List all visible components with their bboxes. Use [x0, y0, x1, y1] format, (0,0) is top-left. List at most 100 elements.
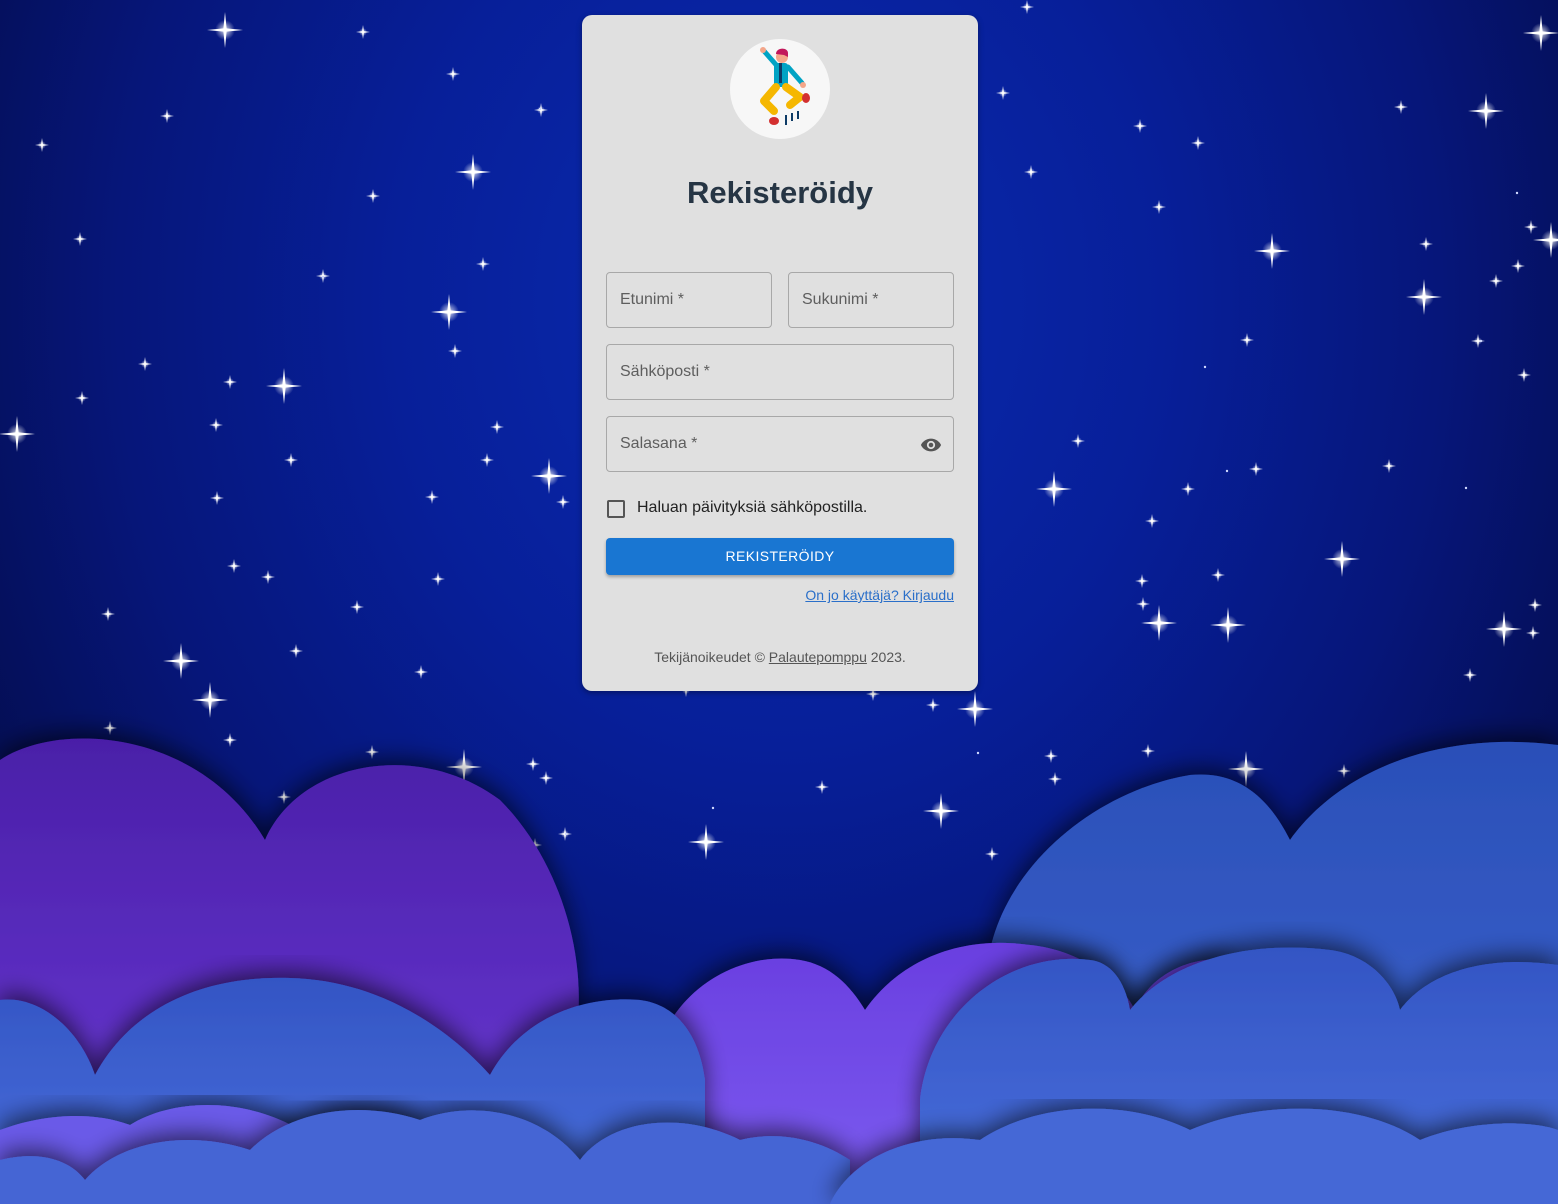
star [985, 847, 999, 861]
star [266, 368, 302, 404]
star [1526, 626, 1540, 640]
star [1211, 568, 1225, 582]
star [73, 232, 87, 246]
star-dot [1225, 469, 1229, 473]
star [1523, 15, 1558, 51]
star [1181, 482, 1195, 496]
star-dot [1515, 191, 1519, 195]
star [431, 294, 467, 330]
star [103, 721, 117, 735]
copyright-footer: Tekijänoikeudet © Palautepomppu 2023. [582, 649, 978, 665]
star [926, 698, 940, 712]
star [1249, 462, 1263, 476]
star [1036, 471, 1072, 507]
star [1528, 598, 1542, 612]
star [1044, 749, 1058, 763]
star [35, 138, 49, 152]
star [1406, 279, 1442, 315]
star [261, 570, 275, 584]
star [1489, 274, 1503, 288]
login-link[interactable]: On jo käyttäjä? Kirjaudu [805, 587, 954, 603]
star [539, 771, 553, 785]
star [1511, 259, 1525, 273]
star [210, 491, 224, 505]
star-dot [711, 806, 715, 810]
star [1240, 333, 1254, 347]
star [138, 357, 152, 371]
star [996, 86, 1010, 100]
star [223, 375, 237, 389]
star [160, 109, 174, 123]
star [75, 391, 89, 405]
register-button[interactable]: REKISTERÖIDY [606, 538, 954, 575]
page-title: Rekisteröidy [686, 175, 874, 210]
newsletter-checkbox[interactable] [607, 500, 625, 518]
star [101, 607, 115, 621]
star [365, 745, 379, 759]
star [534, 103, 548, 117]
star [431, 572, 445, 586]
star [366, 189, 380, 203]
star [207, 12, 243, 48]
last-name-field[interactable]: Sukunimi * [788, 272, 954, 328]
password-label: Salasana * [620, 435, 698, 452]
star [0, 416, 35, 452]
star [1048, 772, 1062, 786]
star [1517, 368, 1531, 382]
brand-link[interactable]: Palautepomppu [769, 649, 867, 665]
copyright-suffix: 2023. [866, 649, 906, 665]
star [526, 757, 540, 771]
star [209, 418, 223, 432]
copyright-prefix: Tekijänoikeudet © [654, 649, 769, 665]
star-dot [1464, 486, 1468, 490]
star [1133, 119, 1147, 133]
star [923, 793, 959, 829]
star [1141, 605, 1177, 641]
star [227, 559, 241, 573]
star [1324, 541, 1360, 577]
star [284, 453, 298, 467]
newsletter-label[interactable]: Haluan päivityksiä sähköpostilla. [637, 499, 867, 517]
star [1071, 434, 1085, 448]
email-label: Sähköposti * [620, 363, 710, 380]
star [448, 344, 462, 358]
star [1463, 668, 1477, 682]
star [476, 257, 490, 271]
star [1382, 459, 1396, 473]
star [356, 25, 370, 39]
star [414, 665, 428, 679]
star [1136, 597, 1150, 611]
email-field[interactable]: Sähköposti * [606, 344, 954, 400]
star [455, 154, 491, 190]
star-dot [538, 107, 542, 111]
first-name-field[interactable]: Etunimi * [606, 272, 772, 328]
first-name-label: Etunimi * [620, 291, 685, 308]
star-dot [321, 275, 325, 279]
star [1152, 200, 1166, 214]
password-field[interactable]: Salasana * [606, 416, 954, 472]
star [815, 780, 829, 794]
star [957, 691, 993, 727]
star [350, 600, 364, 614]
star [1533, 222, 1558, 258]
star [1337, 764, 1351, 778]
star [531, 458, 567, 494]
star [1394, 100, 1408, 114]
star [1254, 233, 1290, 269]
last-name-label: Sukunimi * [802, 291, 879, 308]
star [1524, 220, 1538, 234]
star [192, 682, 228, 718]
star [490, 420, 504, 434]
star [425, 490, 439, 504]
star-dot [1479, 339, 1483, 343]
avatar [730, 39, 830, 139]
star [1471, 334, 1485, 348]
star [556, 495, 570, 509]
star [163, 643, 199, 679]
star [1020, 0, 1034, 14]
star [1191, 136, 1205, 150]
jumping-person-icon [760, 47, 810, 125]
eye-icon[interactable] [919, 434, 943, 456]
star [688, 824, 724, 860]
star-dot [1203, 365, 1207, 369]
